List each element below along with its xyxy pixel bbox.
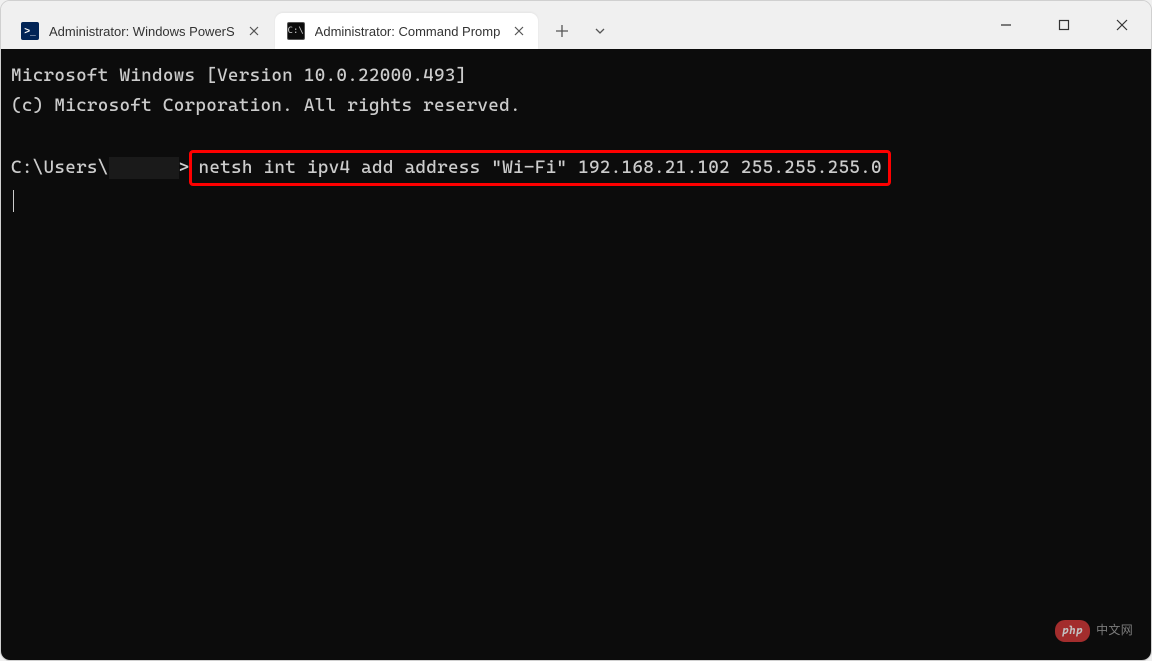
tab-command-prompt[interactable]: C:\ Administrator: Command Promp (275, 13, 539, 49)
prompt-suffix: > (179, 153, 190, 183)
terminal-output-line: (c) Microsoft Corporation. All rights re… (11, 91, 1141, 121)
redacted-username (109, 157, 179, 179)
cursor-line (11, 186, 1141, 216)
close-tab-button[interactable] (245, 22, 263, 40)
tab-strip: >_ Administrator: Windows PowerS C:\ Adm… (1, 1, 977, 49)
highlighted-command: netsh int ipv4 add address "Wi-Fi" 192.1… (189, 150, 890, 186)
close-tab-button[interactable] (510, 22, 528, 40)
tab-dropdown-button[interactable] (582, 13, 618, 49)
minimize-button[interactable] (977, 1, 1035, 49)
watermark: php 中文网 (1055, 620, 1133, 642)
blank-line (11, 120, 1141, 150)
powershell-icon: >_ (21, 22, 39, 40)
watermark-text: 中文网 (1096, 621, 1133, 641)
close-window-button[interactable] (1093, 1, 1151, 49)
tab-powershell[interactable]: >_ Administrator: Windows PowerS (9, 13, 273, 49)
terminal-prompt-line: C:\Users\ >netsh int ipv4 add address "Wi… (11, 150, 1141, 186)
text-cursor (13, 190, 14, 212)
prompt-path-prefix: C:\Users\ (11, 153, 109, 183)
maximize-button[interactable] (1035, 1, 1093, 49)
tab-title: Administrator: Windows PowerS (49, 24, 235, 39)
watermark-badge: php (1055, 620, 1090, 642)
command-prompt-icon: C:\ (287, 22, 305, 40)
tab-title: Administrator: Command Promp (315, 24, 501, 39)
titlebar: >_ Administrator: Windows PowerS C:\ Adm… (1, 1, 1151, 49)
new-tab-button[interactable] (544, 13, 580, 49)
terminal-output-line: Microsoft Windows [Version 10.0.22000.49… (11, 61, 1141, 91)
terminal-window: >_ Administrator: Windows PowerS C:\ Adm… (0, 0, 1152, 661)
terminal-content[interactable]: Microsoft Windows [Version 10.0.22000.49… (1, 49, 1151, 660)
window-controls (977, 1, 1151, 49)
